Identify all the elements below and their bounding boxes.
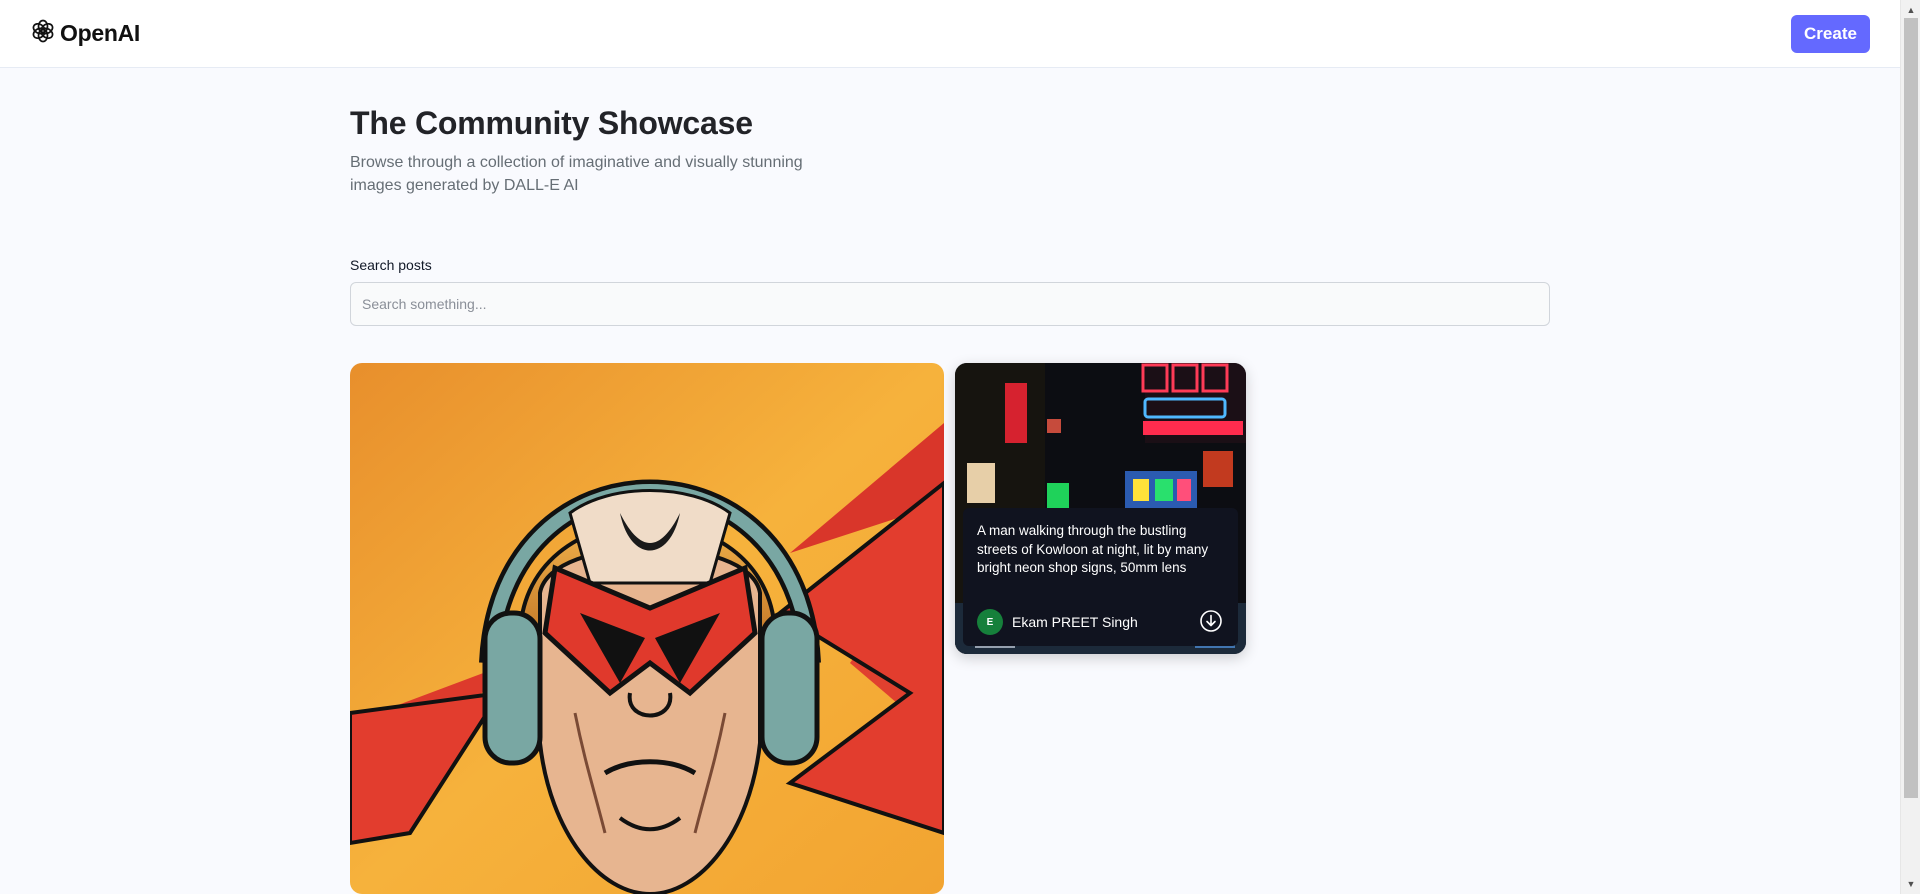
create-button[interactable]: Create xyxy=(1791,14,1870,53)
logo-text: OpenAI xyxy=(60,20,140,46)
page-subtitle: Browse through a collection of imaginati… xyxy=(350,154,803,194)
page-title: The Community Showcase xyxy=(350,105,753,141)
post-card[interactable] xyxy=(350,363,944,894)
post-image xyxy=(350,363,944,894)
header: OpenAI Create xyxy=(0,0,1900,68)
post-card[interactable]: A man walking through the bustling stree… xyxy=(955,363,1246,654)
scroll-up-icon[interactable]: ▲ xyxy=(1901,2,1920,18)
openai-logo[interactable]: OpenAI xyxy=(30,18,140,49)
openai-logo-icon xyxy=(30,18,56,49)
download-icon xyxy=(1199,609,1223,636)
search-label: Search posts xyxy=(350,257,432,273)
post-overlay: A man walking through the bustling stree… xyxy=(963,508,1238,646)
page-scrollbar[interactable]: ▲ ▼ xyxy=(1900,0,1920,894)
author-name: Ekam PREET Singh xyxy=(1012,614,1138,630)
post-prompt: A man walking through the bustling stree… xyxy=(977,523,1209,575)
scroll-thumb[interactable] xyxy=(1904,18,1918,798)
author: E Ekam PREET Singh xyxy=(977,609,1138,635)
author-row: E Ekam PREET Singh xyxy=(977,609,1224,635)
scroll-down-icon[interactable]: ▼ xyxy=(1901,876,1920,892)
avatar: E xyxy=(977,609,1003,635)
search-input[interactable] xyxy=(350,282,1550,326)
download-button[interactable] xyxy=(1198,609,1224,635)
